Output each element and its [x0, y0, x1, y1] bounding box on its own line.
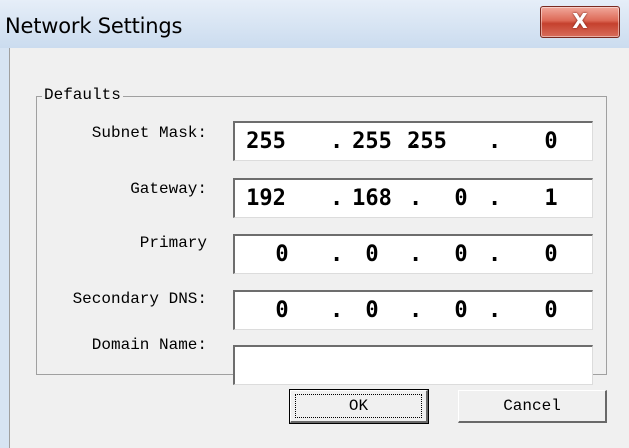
octet-separator: . — [330, 129, 344, 154]
secondary-octet-4[interactable]: 0 — [526, 292, 576, 330]
focus-rectangle — [295, 394, 422, 418]
subnet-mask-octet-4[interactable]: 0 — [526, 123, 576, 161]
gateway-label: Gateway: — [130, 180, 207, 198]
subnet-mask-octet-3[interactable]: 255 — [402, 123, 452, 161]
subnet-mask-octet-2[interactable]: 255 — [347, 123, 397, 161]
octet-separator: . — [488, 298, 502, 323]
octet-separator: . — [409, 298, 423, 323]
subnet-mask-label: Subnet Mask: — [91, 124, 207, 142]
gateway-octet-4[interactable]: 1 — [526, 180, 576, 218]
secondary-dns-label: Secondary DNS: — [72, 290, 207, 308]
secondary-dns-field[interactable]: 0 . 0 . 0 . 0 — [233, 290, 593, 330]
octet-separator: . — [488, 242, 502, 267]
ok-button[interactable]: OK — [289, 389, 429, 424]
gateway-octet-2[interactable]: 168 — [347, 180, 397, 218]
close-button[interactable]: X — [540, 6, 620, 38]
octet-separator: . — [409, 186, 423, 211]
octet-separator: . — [330, 298, 344, 323]
primary-label: Primary — [139, 234, 207, 252]
domain-name-input[interactable] — [233, 345, 593, 385]
primary-octet-4[interactable]: 0 — [526, 236, 576, 274]
cancel-button[interactable]: Cancel — [458, 390, 607, 423]
primary-octet-1[interactable]: 0 — [257, 236, 307, 274]
octet-separator: . — [488, 129, 502, 154]
octet-separator: . — [409, 242, 423, 267]
window-border — [0, 48, 10, 448]
defaults-group-label: Defaults — [42, 86, 123, 104]
close-icon: X — [572, 9, 588, 33]
gateway-octet-3[interactable]: 0 — [436, 180, 486, 218]
secondary-octet-2[interactable]: 0 — [347, 292, 397, 330]
primary-dns-field[interactable]: 0 . 0 . 0 . 0 — [233, 234, 593, 274]
octet-separator: . — [330, 186, 344, 211]
gateway-field[interactable]: 192 . 168 . 0 . 1 — [233, 178, 593, 218]
domain-name-label: Domain Name: — [91, 336, 207, 354]
octet-separator: . — [488, 186, 502, 211]
octet-separator: . — [330, 242, 344, 267]
title-bar[interactable]: Network Settings X — [0, 0, 629, 48]
window-title: Network Settings — [5, 14, 183, 38]
primary-octet-3[interactable]: 0 — [436, 236, 486, 274]
subnet-mask-octet-1[interactable]: 255 — [241, 123, 291, 161]
primary-octet-2[interactable]: 0 — [347, 236, 397, 274]
secondary-octet-3[interactable]: 0 — [436, 292, 486, 330]
gateway-octet-1[interactable]: 192 — [241, 180, 291, 218]
secondary-octet-1[interactable]: 0 — [257, 292, 307, 330]
cancel-button-label: Cancel — [503, 397, 561, 415]
subnet-mask-field[interactable]: 255 . 255 . 255 . 0 — [233, 121, 593, 161]
